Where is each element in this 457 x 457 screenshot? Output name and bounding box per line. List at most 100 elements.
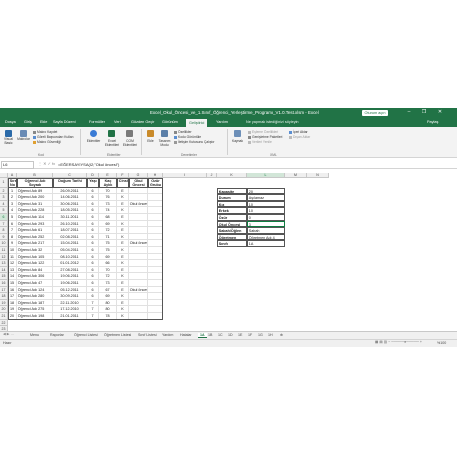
gender[interactable]: E — [117, 253, 129, 261]
preschool[interactable] — [129, 299, 148, 307]
disability-group[interactable] — [148, 260, 163, 267]
age[interactable]: 7 — [87, 306, 99, 313]
months[interactable]: 80 — [99, 306, 117, 313]
source-button[interactable]: Kaynak — [230, 139, 245, 144]
months[interactable]: 80 — [99, 299, 117, 307]
properties-button[interactable]: Özellikler — [174, 130, 192, 134]
age[interactable]: 6 — [87, 280, 99, 287]
table-row-number[interactable]: 4 — [8, 207, 17, 214]
info-label[interactable]: Erkek — [217, 207, 247, 214]
info-label[interactable]: Kız — [217, 200, 247, 208]
table-row-number[interactable]: 18 — [8, 299, 17, 307]
birth-date[interactable]: 05.12.2011 — [53, 286, 87, 294]
table-header[interactable]: Cinsiyeti — [117, 178, 129, 188]
preschool[interactable] — [129, 233, 148, 241]
preschool[interactable]: Okul öncesi — [129, 240, 148, 247]
zoom-level[interactable]: %100 — [437, 341, 446, 345]
disability-group[interactable] — [148, 280, 163, 287]
months[interactable]: 70 — [99, 187, 117, 195]
table-row-number[interactable]: 10 — [8, 247, 17, 254]
table-row-number[interactable]: 12 — [8, 260, 17, 267]
column-header[interactable]: I — [163, 173, 207, 178]
student-name[interactable]: Öğrenci Adı 228 — [17, 207, 53, 214]
row-header[interactable]: 9 — [0, 233, 8, 241]
student-name[interactable]: Öğrenci Adı 280 — [17, 293, 53, 300]
birth-date[interactable]: 26.10.2011 — [53, 220, 87, 228]
fx-icon[interactable]: ⋮ ✕ ✓ fx — [38, 161, 55, 166]
row-header[interactable]: 4 — [0, 200, 8, 208]
table-row-number[interactable]: 2 — [8, 194, 17, 201]
preschool[interactable] — [129, 187, 148, 195]
gender[interactable]: K — [117, 247, 129, 254]
tab-formuller[interactable]: Formüller — [89, 120, 105, 124]
gender[interactable]: K — [117, 194, 129, 201]
row-header[interactable]: 10 — [0, 240, 8, 247]
add-sheet-icon[interactable]: ⊕ — [280, 333, 283, 337]
gender[interactable]: E — [117, 200, 129, 208]
gender[interactable]: E — [117, 214, 129, 221]
student-name[interactable]: Öğrenci Adı 275 — [17, 306, 53, 313]
disability-group[interactable] — [148, 313, 163, 320]
birth-date[interactable]: 30.11.2011 — [53, 214, 87, 221]
sheet-tab-hatalar[interactable]: Hatalar — [180, 333, 192, 337]
visual-basic-button[interactable]: Visual Basic — [1, 137, 16, 145]
table-header[interactable]: Yaşı — [87, 178, 99, 188]
row-header[interactable]: 15 — [0, 273, 8, 280]
gender[interactable]: E — [117, 280, 129, 287]
birth-date[interactable]: 17.12.2010 — [53, 306, 87, 313]
sheet-tab-1c[interactable]: 1C — [218, 333, 223, 337]
age[interactable]: 6 — [87, 266, 99, 274]
disability-group[interactable] — [148, 214, 163, 221]
column-header[interactable]: N — [307, 173, 329, 178]
student-name[interactable]: Öğrenci Adı 293 — [17, 220, 53, 228]
sheet-tab-yardım[interactable]: Yardım — [162, 333, 173, 337]
preschool[interactable]: Okul öncesi — [129, 200, 148, 208]
age[interactable]: 6 — [87, 220, 99, 228]
table-header[interactable]: Kaç Aylık — [99, 178, 117, 188]
gender[interactable]: K — [117, 273, 129, 280]
tab-gelistirici[interactable]: Geliştirici — [186, 118, 208, 127]
months[interactable]: 68 — [99, 214, 117, 221]
sheet-tab-öğrenci-listesi[interactable]: Öğrenci Listesi — [74, 333, 98, 337]
row-header[interactable]: 20 — [0, 306, 8, 313]
disability-group[interactable] — [148, 247, 163, 254]
row-header[interactable]: 21 — [0, 313, 8, 320]
info-value[interactable]: 10 — [247, 200, 285, 208]
selected-cell[interactable]: 3 — [247, 220, 285, 228]
months[interactable]: 69 — [99, 220, 117, 228]
student-name[interactable]: Öğrenci Adı 252 — [17, 233, 53, 241]
age[interactable]: 6 — [87, 247, 99, 254]
table-row-number[interactable]: 11 — [8, 253, 17, 261]
age[interactable]: 6 — [87, 200, 99, 208]
table-row-number[interactable]: 15 — [8, 280, 17, 287]
months[interactable]: 70 — [99, 266, 117, 274]
birth-date[interactable]: 27.08.2011 — [53, 266, 87, 274]
student-name[interactable]: Öğrenci Adı 89 — [17, 187, 53, 195]
row-header[interactable]: 17 — [0, 286, 8, 294]
gender[interactable]: E — [117, 299, 129, 307]
info-label[interactable]: Sınıfı — [217, 240, 247, 247]
preschool[interactable] — [129, 273, 148, 280]
table-row-number[interactable]: 5 — [8, 214, 17, 221]
birth-date[interactable]: 30.09.2011 — [53, 293, 87, 300]
gender[interactable]: E — [117, 240, 129, 247]
age[interactable]: 6 — [87, 227, 99, 234]
months[interactable]: 67 — [99, 286, 117, 294]
excel-addins-button[interactable]: Excel Eklentileri — [102, 139, 122, 147]
preschool[interactable] — [129, 313, 148, 320]
student-name[interactable]: Öğrenci Adı 32 — [17, 247, 53, 254]
gender[interactable]: E — [117, 227, 129, 234]
signin-button[interactable]: Oturum açın — [362, 109, 388, 116]
months[interactable]: 66 — [99, 260, 117, 267]
age[interactable]: 6 — [87, 240, 99, 247]
column-header[interactable]: M — [285, 173, 307, 178]
info-label[interactable]: Okul Öncesi — [217, 220, 247, 228]
birth-date[interactable]: 08.10.2011 — [53, 253, 87, 261]
months[interactable]: 76 — [99, 194, 117, 201]
age[interactable]: 6 — [87, 293, 99, 300]
birth-date[interactable]: 19.06.2011 — [53, 273, 87, 280]
preschool[interactable] — [129, 266, 148, 274]
table-row-number[interactable]: 3 — [8, 200, 17, 208]
tab-giris[interactable]: Giriş — [24, 120, 32, 124]
preschool[interactable] — [129, 220, 148, 228]
